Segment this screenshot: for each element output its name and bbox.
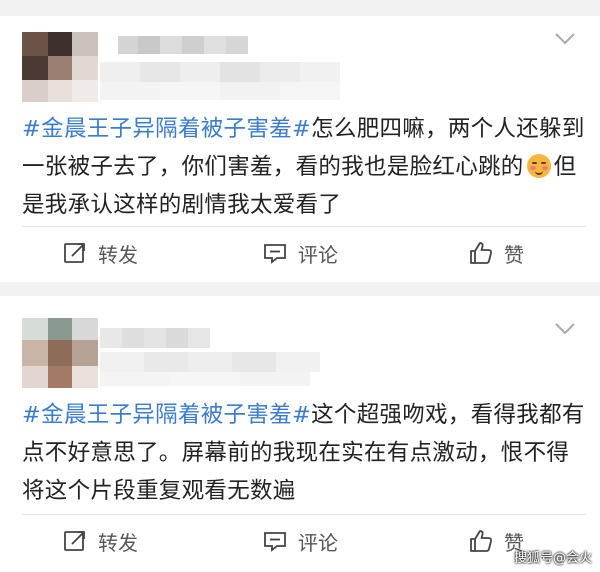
blush-emoji-icon xyxy=(526,154,551,178)
watermark: 搜狐号@会火 xyxy=(513,551,592,566)
action-bar: 转发 评论 赞 xyxy=(0,227,600,279)
blurred-avatar[interactable] xyxy=(22,32,98,102)
blurred-username[interactable] xyxy=(100,36,360,106)
comment-label: 评论 xyxy=(298,242,338,267)
like-button[interactable]: 赞 xyxy=(468,227,524,279)
repost-button[interactable]: 转发 xyxy=(62,227,138,279)
repost-button[interactable]: 转发 xyxy=(62,515,138,567)
hashtag-link[interactable]: #金晨王子异隔着被子害羞# xyxy=(22,116,311,142)
chevron-down-icon[interactable] xyxy=(554,322,576,336)
blurred-avatar[interactable] xyxy=(22,318,98,388)
comment-button[interactable]: 评论 xyxy=(262,515,338,567)
comment-icon xyxy=(264,532,286,552)
repost-icon xyxy=(64,531,85,551)
like-label: 赞 xyxy=(504,242,524,267)
comment-icon xyxy=(264,244,286,264)
thumbs-up-icon xyxy=(470,242,493,264)
repost-label: 转发 xyxy=(98,530,138,555)
post-card: #金晨王子异隔着被子害羞#怎么肥四嘛，两个人还躲到一张被子去了，你们害羞，看的我… xyxy=(0,16,600,282)
comment-button[interactable]: 评论 xyxy=(262,227,338,279)
post-content: #金晨王子异隔着被子害羞#怎么肥四嘛，两个人还躲到一张被子去了，你们害羞，看的我… xyxy=(22,110,586,224)
repost-icon xyxy=(64,243,85,263)
thumbs-up-icon xyxy=(470,530,493,552)
comment-label: 评论 xyxy=(298,530,338,555)
action-bar: 转发 评论 赞 xyxy=(0,515,600,567)
hashtag-link[interactable]: #金晨王子异隔着被子害羞# xyxy=(22,402,311,428)
post-content: #金晨王子异隔着被子害羞#这个超强吻戏，看得我都有点不好意思了。屏幕前的我现在实… xyxy=(22,396,586,510)
blurred-username[interactable] xyxy=(100,320,360,390)
chevron-down-icon[interactable] xyxy=(554,32,576,46)
post-card: #金晨王子异隔着被子害羞#这个超强吻戏，看得我都有点不好意思了。屏幕前的我现在实… xyxy=(0,296,600,572)
repost-label: 转发 xyxy=(98,242,138,267)
